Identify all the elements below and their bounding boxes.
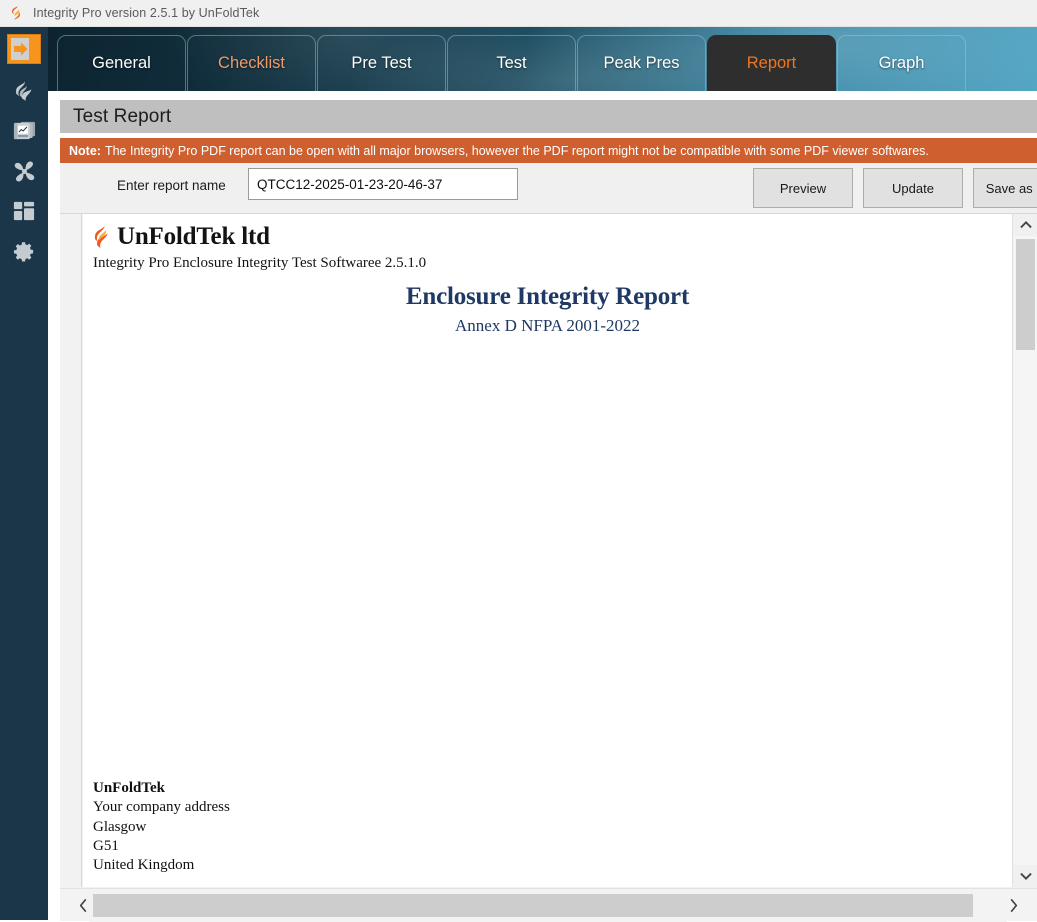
save-as-pdf-button-label: Save as PDF	[985, 180, 1037, 196]
tab-checklist[interactable]: Checklist	[187, 35, 316, 91]
sidebar-item-reports[interactable]	[0, 111, 48, 151]
chevron-up-icon[interactable]	[1013, 214, 1037, 236]
report-standard-line: Annex D NFPA 2001-2022	[455, 316, 640, 335]
report-preview-viewer: UnFoldTek ltd Integrity Pro Enclosure In…	[60, 213, 1037, 922]
dashboard-grid-icon	[13, 200, 35, 222]
report-software-line: Integrity Pro Enclosure Integrity Test S…	[93, 255, 427, 271]
report-toolbar: Enter report name Preview Update Save as…	[60, 163, 1037, 213]
sidebar-item-agent-suppression[interactable]	[0, 71, 48, 111]
report-footer-address: UnFoldTek Your company address Glasgow G…	[93, 779, 230, 875]
vertical-scrollbar-thumb[interactable]	[1016, 239, 1035, 350]
tab-peak-pres[interactable]: Peak Pres	[577, 35, 706, 91]
tab-list: General Checklist Pre Test Test Peak Pre…	[48, 27, 967, 91]
report-company-name: UnFoldTek ltd	[117, 223, 270, 250]
report-name-input[interactable]	[248, 168, 518, 200]
preview-button-label: Preview	[779, 180, 827, 196]
footer-company-name: UnFoldTek	[93, 780, 165, 796]
tab-report[interactable]: Report	[707, 35, 836, 91]
footer-address-line: Your company address	[93, 799, 230, 816]
window-title: Integrity Pro version 2.5.1 by UnFoldTek	[33, 6, 260, 20]
window-titlebar: Integrity Pro version 2.5.1 by UnFoldTek	[0, 0, 1037, 27]
tab-label: Graph	[878, 54, 925, 72]
left-sidebar	[0, 27, 48, 920]
fan-icon	[12, 159, 37, 184]
tab-label: Checklist	[218, 54, 285, 72]
sidebar-item-settings[interactable]	[0, 231, 48, 271]
preview-button[interactable]: Preview	[753, 168, 853, 208]
horizontal-scrollbar[interactable]	[60, 888, 1037, 922]
report-document-page: UnFoldTek ltd Integrity Pro Enclosure In…	[83, 214, 1012, 887]
chevron-right-icon[interactable]	[999, 889, 1027, 922]
report-main-title: Enclosure Integrity Report	[405, 283, 690, 310]
tab-label: Test	[496, 54, 527, 72]
report-company-header: UnFoldTek ltd	[93, 223, 270, 251]
viewer-left-margin	[60, 214, 82, 887]
tab-bar: General Checklist Pre Test Test Peak Pre…	[48, 27, 1037, 91]
tab-label: Peak Pres	[603, 54, 680, 72]
footer-city: Glasgow	[93, 818, 147, 835]
expand-arrow-icon	[7, 34, 41, 64]
save-as-pdf-button[interactable]: Save as PDF	[973, 168, 1037, 208]
gear-icon	[13, 240, 36, 263]
tab-label: General	[92, 54, 151, 72]
report-name-label: Enter report name	[117, 178, 226, 193]
chart-document-icon	[12, 120, 37, 143]
note-text: The Integrity Pro PDF report can be open…	[104, 143, 929, 158]
section-header: Test Report	[60, 100, 1037, 133]
note-banner: Note: The Integrity Pro PDF report can b…	[60, 138, 1037, 163]
chevron-down-icon[interactable]	[1013, 865, 1037, 887]
tab-graph[interactable]: Graph	[837, 35, 966, 91]
flame-logo-icon	[8, 5, 24, 21]
flame-icon	[13, 80, 36, 103]
tab-label: Pre Test	[351, 54, 412, 72]
footer-postcode: G51	[93, 837, 119, 854]
vertical-scrollbar-track[interactable]	[1013, 236, 1037, 865]
update-button-label: Update	[892, 180, 934, 196]
tab-pre-test[interactable]: Pre Test	[317, 35, 446, 91]
sidebar-item-fan-blower[interactable]	[0, 151, 48, 191]
note-label: Note:	[69, 143, 101, 158]
tab-label: Report	[746, 54, 797, 72]
horizontal-scrollbar-thumb[interactable]	[93, 894, 973, 917]
sidebar-item-expand-menu[interactable]	[0, 27, 48, 71]
vertical-scrollbar[interactable]	[1012, 214, 1037, 887]
tab-test[interactable]: Test	[447, 35, 576, 91]
horizontal-scrollbar-track[interactable]	[90, 889, 1007, 922]
tab-general[interactable]: General	[57, 35, 186, 91]
page-title: Test Report	[73, 105, 172, 127]
update-button[interactable]: Update	[863, 168, 963, 208]
report-page: Test Report Note: The Integrity Pro PDF …	[48, 91, 1037, 922]
flame-logo-icon	[93, 225, 109, 249]
sidebar-item-dashboard[interactable]	[0, 191, 48, 231]
footer-country: United Kingdom	[93, 857, 195, 874]
